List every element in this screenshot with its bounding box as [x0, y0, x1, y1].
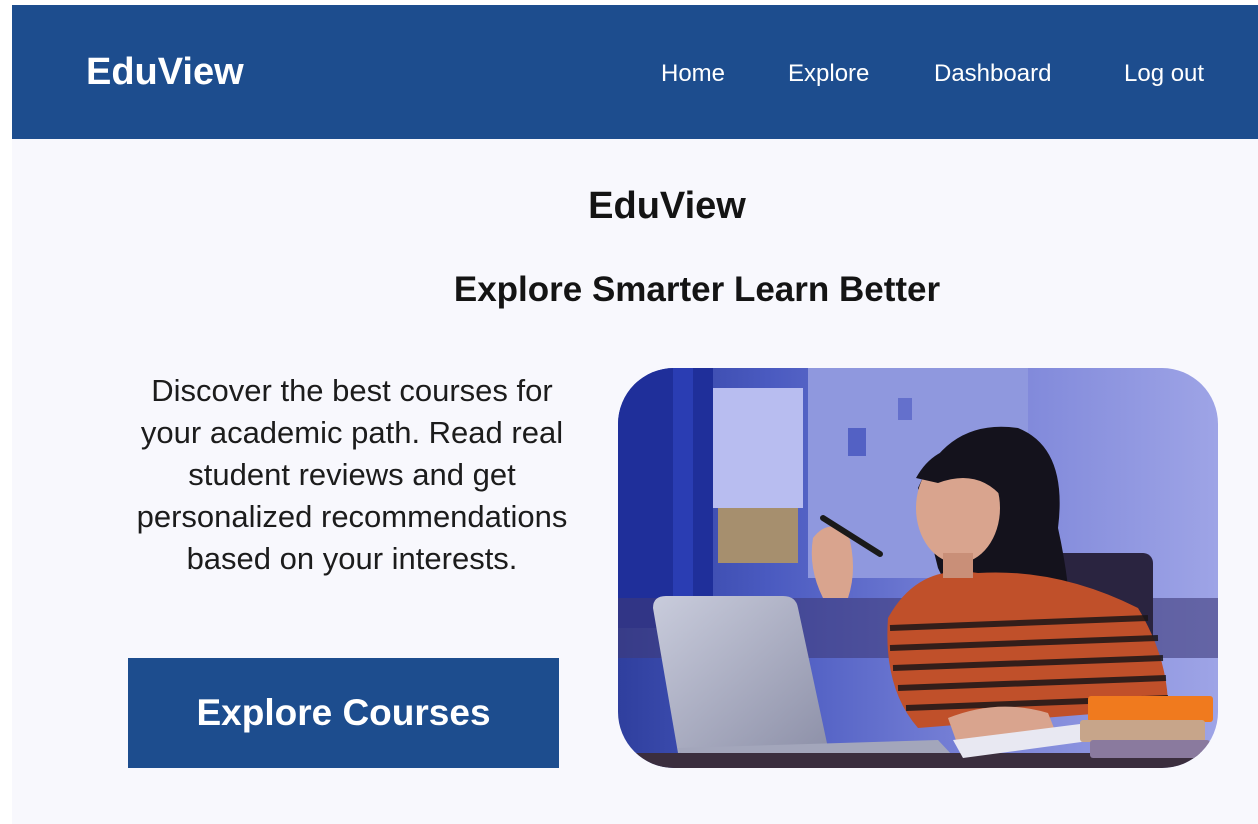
explore-courses-button[interactable]: Explore Courses — [128, 658, 559, 768]
nav-dashboard-link[interactable]: Dashboard — [934, 59, 1051, 89]
page: EduView Home Explore Dashboard Log out E… — [12, 5, 1258, 824]
brand-logo[interactable]: EduView — [86, 49, 244, 95]
hero-student-photo — [618, 368, 1218, 768]
top-navbar: EduView Home Explore Dashboard Log out — [12, 5, 1258, 139]
nav-logout-link[interactable]: Log out — [1124, 59, 1204, 89]
hero-subtitle: Explore Smarter Learn Better — [453, 270, 941, 309]
hero-title: EduView — [588, 185, 746, 227]
hero-description: Discover the best courses for your acade… — [136, 373, 568, 576]
nav-explore-link[interactable]: Explore — [788, 59, 869, 89]
nav-home-link[interactable]: Home — [661, 59, 725, 89]
